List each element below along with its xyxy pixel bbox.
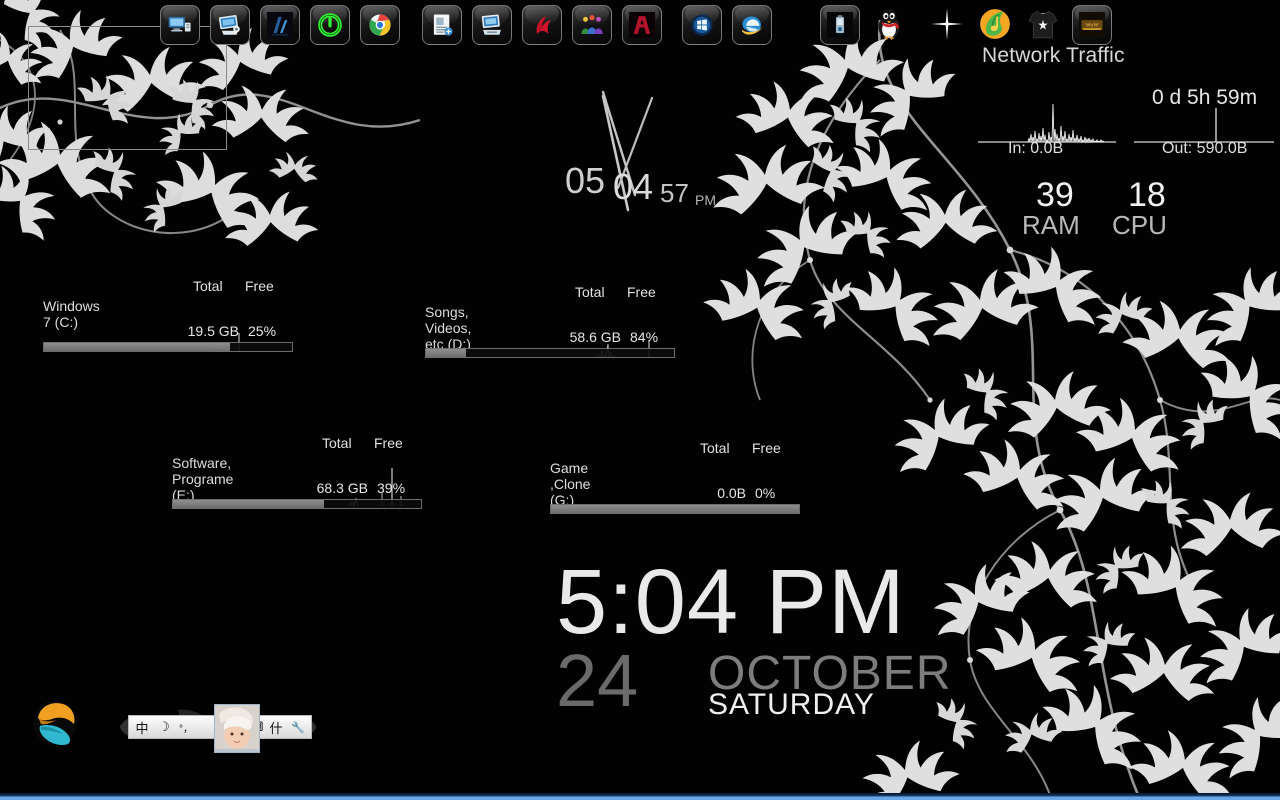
sparkle-icon — [928, 5, 966, 43]
svg-text:WoW: WoW — [1085, 23, 1099, 29]
dock-group-2 — [417, 0, 667, 45]
analog-clock-second: 57 — [660, 178, 689, 208]
big-clock-weekday: SATURDAY — [708, 688, 875, 721]
ime-language-chinese[interactable]: 中 — [131, 718, 153, 737]
game-glyph: WoW — [1079, 12, 1105, 38]
ime-language-bar[interactable]: 中 ☽ °， ⌨ 什 🔧 — [118, 704, 318, 753]
utorrent-glyph — [318, 13, 342, 37]
avira-antivirus-glyph — [536, 16, 551, 34]
kugou-music-icon[interactable] — [976, 5, 1014, 43]
dock-group-3 — [677, 0, 777, 45]
control-panel-icon[interactable] — [210, 5, 250, 45]
dock-group-1 — [155, 0, 405, 45]
network-traffic-graphs — [978, 103, 1274, 144]
control-panel-glyph — [218, 15, 240, 35]
disk-g-free-value: 0% — [755, 485, 776, 501]
windows-orb-glyph — [691, 14, 713, 36]
google-chrome-glyph — [369, 14, 391, 36]
disk-g-total-value: 0.0B — [717, 485, 746, 501]
desktop[interactable]: WoW Network Traffic 0 d 5h 59m In: 0.0B … — [0, 0, 1280, 800]
ime-punctuation-icon[interactable]: °， — [175, 718, 197, 737]
big-clock-time: 5:04 PM — [556, 551, 906, 653]
cpu-label: CPU — [1112, 210, 1167, 240]
adobe-glyph — [629, 12, 655, 38]
blue-folder-icon[interactable] — [472, 5, 512, 45]
utorrent-icon[interactable] — [310, 5, 350, 45]
disk-c-usage-fill — [44, 343, 230, 351]
analog-clock-widget[interactable]: 05 04 57 PM — [540, 80, 740, 220]
disk-c-free-header: Free — [245, 278, 274, 294]
my-computer-glyph — [168, 16, 191, 32]
baby-photo-glyph — [215, 705, 259, 752]
disk-e-free-header: Free — [374, 435, 403, 451]
ime-settings-wrench-icon[interactable]: 🔧 — [287, 718, 309, 737]
disk-g-free-header: Free — [752, 440, 781, 456]
my-computer-icon[interactable] — [160, 5, 200, 45]
tshirt-icon[interactable] — [1024, 5, 1062, 43]
qq-penguin-icon[interactable] — [870, 5, 908, 43]
disk-d-free-header: Free — [627, 284, 656, 300]
disk-d-total-header: Total — [575, 284, 605, 300]
disk-g-label: Game ,Clone (G:) — [550, 460, 591, 508]
disk-d-usage-fill — [426, 349, 466, 357]
analog-clock-minute: 04 — [613, 166, 654, 207]
dark-app-icon[interactable] — [260, 5, 300, 45]
disk-e-usage-bar — [172, 499, 422, 509]
utility-app-glyph — [827, 12, 853, 38]
ime-input-mode-icon[interactable]: 什 — [265, 718, 287, 737]
ime-halfwidth-moon-icon[interactable]: ☽ — [153, 718, 175, 737]
google-chrome-icon[interactable] — [360, 5, 400, 45]
people-group-glyph — [581, 15, 603, 34]
internet-explorer-icon[interactable] — [732, 5, 772, 45]
disk-d-usage-bar — [425, 348, 675, 358]
dock-group-4 — [815, 0, 913, 45]
ram-label: RAM — [1022, 210, 1080, 240]
blue-folder-glyph — [481, 14, 501, 35]
windows-taskbar[interactable] — [0, 793, 1280, 800]
desktop-logo[interactable] — [30, 698, 80, 748]
kugou-music-glyph — [980, 9, 1010, 39]
disk-c-usage-bar — [43, 342, 293, 352]
disk-e-total-header: Total — [322, 435, 352, 451]
big-clock-day: 24 — [556, 639, 639, 722]
document-icon[interactable] — [422, 5, 462, 45]
utility-app-icon[interactable] — [820, 5, 860, 45]
desktop-logo-glyph — [33, 701, 77, 745]
analog-clock-ampm: PM — [695, 192, 716, 208]
sparkle-glyph — [931, 8, 963, 40]
people-group-icon[interactable] — [572, 5, 612, 45]
analog-clock-hour: 05 — [565, 160, 606, 201]
big-clock-widget[interactable]: 5:04 PM 24 OCTOBER SATURDAY — [556, 556, 986, 726]
dark-app-glyph — [267, 12, 293, 38]
network-in-label: In: 0.0B — [1008, 140, 1064, 157]
tshirt-glyph — [1028, 10, 1058, 39]
disk-g-usage-bar — [550, 504, 800, 514]
windows-orb-icon[interactable] — [682, 5, 722, 45]
network-traffic-widget[interactable]: Network Traffic 0 d 5h 59m In: 0.0B Out:… — [960, 36, 1280, 161]
disk-e-usage-fill — [173, 500, 325, 508]
disk-c-total-header: Total — [193, 278, 223, 294]
disk-g-usage-fill — [551, 505, 799, 513]
network-traffic-title: Network Traffic — [982, 44, 1125, 67]
document-glyph — [433, 14, 453, 36]
internet-explorer-glyph — [741, 16, 763, 35]
avira-antivirus-icon[interactable] — [522, 5, 562, 45]
ime-photo-thumbnail[interactable] — [214, 704, 260, 753]
adobe-icon[interactable] — [622, 5, 662, 45]
network-out-label: Out: 590.0B — [1162, 140, 1248, 157]
disk-g-total-header: Total — [700, 440, 730, 456]
qq-penguin-glyph — [878, 9, 900, 40]
